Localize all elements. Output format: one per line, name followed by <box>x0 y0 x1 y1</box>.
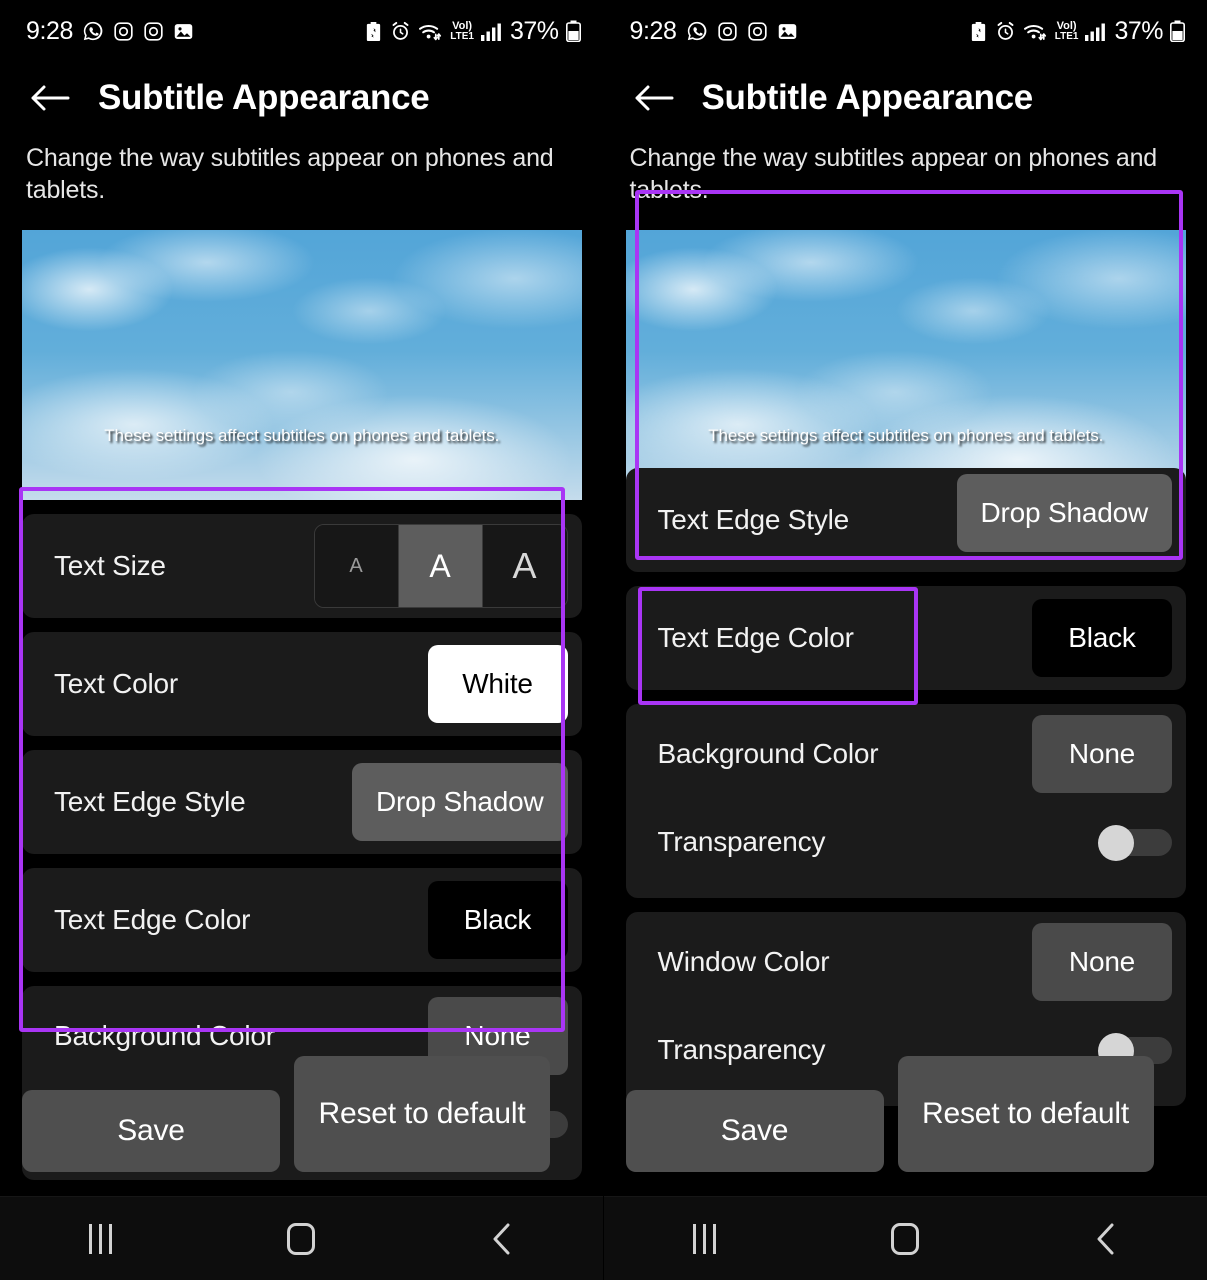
row-text-edge-color[interactable]: Text Edge Color Black <box>625 586 1186 690</box>
text-edge-style-label: Text Edge Style <box>54 786 246 817</box>
background-color-value[interactable]: None <box>1032 715 1172 793</box>
status-bar-right: Vol) LTE1 37% <box>969 17 1185 46</box>
photos-icon <box>777 21 798 42</box>
alarm-icon <box>390 21 411 42</box>
volte-top-label: Vol) <box>452 19 473 32</box>
reset-to-default-button[interactable]: Reset to default <box>294 1056 550 1172</box>
background-color-label: Background Color <box>54 1020 275 1051</box>
home-icon[interactable] <box>860 1209 950 1269</box>
volte-top-label: Vol) <box>1056 19 1077 32</box>
photos-icon <box>173 21 194 42</box>
system-nav-bar <box>0 1196 603 1280</box>
text-edge-color-value[interactable]: Black <box>1032 599 1172 677</box>
instagram-icon <box>113 21 134 42</box>
preview-caption: These settings affect subtitles on phone… <box>104 426 500 445</box>
signal-bars-icon <box>1085 22 1107 41</box>
recents-icon[interactable] <box>55 1209 145 1269</box>
text-edge-color-label: Text Edge Color <box>54 904 251 935</box>
row-text-edge-color[interactable]: Text Edge Color Black <box>22 868 582 972</box>
row-window-color[interactable]: Window Color None <box>626 912 1172 1012</box>
text-size-option-small[interactable]: A <box>314 525 399 607</box>
whatsapp-icon <box>82 20 104 42</box>
back-nav-icon[interactable] <box>457 1209 547 1269</box>
window-color-value[interactable]: None <box>1032 923 1172 1001</box>
text-size-option-medium[interactable]: A <box>398 525 483 607</box>
volte-icon: Vol) LTE1 <box>450 19 474 42</box>
text-size-segmented-control[interactable]: A A A <box>313 524 568 608</box>
page-title: Subtitle Appearance <box>701 78 1034 117</box>
status-bar-left: 9:28 <box>26 17 194 46</box>
row-text-color[interactable]: Text Color White <box>22 632 582 736</box>
save-button[interactable]: Save <box>625 1090 884 1172</box>
text-edge-color-value[interactable]: Black <box>427 881 568 959</box>
system-nav-bar <box>603 1196 1207 1280</box>
action-buttons: Save Reset to default <box>0 1056 603 1172</box>
subtitle-preview: These settings affect subtitles on phone… <box>625 230 1186 500</box>
wifi-icon <box>418 21 443 42</box>
status-bar-right: Vol) LTE1 37% <box>364 16 581 46</box>
text-edge-style-value[interactable]: Drop Shadow <box>956 474 1172 552</box>
app-header: Subtitle Appearance <box>604 62 1207 124</box>
volte-bottom-label: LTE1 <box>1054 30 1079 42</box>
status-bar-left: 9:28 <box>630 17 798 46</box>
status-bar: 9:28 Vol) LTE1 37% <box>604 0 1207 62</box>
row-text-edge-style[interactable]: Text Edge Style Drop Shadow <box>625 468 1186 572</box>
back-nav-icon[interactable] <box>1061 1209 1151 1269</box>
text-edge-color-label: Text Edge Color <box>657 622 854 653</box>
row-text-edge-style[interactable]: Text Edge Style Drop Shadow <box>22 750 582 854</box>
row-background-color[interactable]: Background Color None <box>626 704 1172 804</box>
instagram-icon <box>747 21 768 42</box>
text-edge-style-label: Text Edge Style <box>657 504 850 535</box>
row-text-size[interactable]: Text Size A A A <box>22 514 582 618</box>
back-arrow-icon[interactable] <box>28 76 72 120</box>
status-bar: 9:28 Vol) LTE1 37% <box>0 0 603 62</box>
back-arrow-icon[interactable] <box>632 76 676 120</box>
status-time: 9:28 <box>629 16 677 45</box>
text-color-label: Text Color <box>54 668 179 699</box>
preview-caption: These settings affect subtitles on phone… <box>708 426 1104 445</box>
page-description: Change the way subtitles appear on phone… <box>26 144 554 204</box>
text-size-option-large[interactable]: A <box>482 525 567 607</box>
action-buttons: Save Reset to default <box>604 1056 1207 1172</box>
battery-saver-icon <box>969 21 988 42</box>
battery-percent: 37% <box>509 16 559 45</box>
background-transparency-toggle[interactable] <box>1098 825 1172 861</box>
window-color-label: Window Color <box>657 946 830 977</box>
battery-icon <box>565 20 581 43</box>
wifi-icon <box>1023 21 1048 42</box>
page-title: Subtitle Appearance <box>98 78 430 117</box>
save-button[interactable]: Save <box>22 1090 280 1172</box>
instagram-icon <box>143 21 164 42</box>
volte-icon: Vol) LTE1 <box>1054 19 1079 42</box>
left-screen: 9:28 Vol) LTE1 37% Subtitle Appearance C… <box>0 0 603 1280</box>
signal-bars-icon <box>480 22 503 41</box>
volte-bottom-label: LTE1 <box>450 30 474 42</box>
settings-list: Text Edge Style Drop Shadow Text Edge Co… <box>604 468 1207 1106</box>
row-background-transparency[interactable]: Transparency <box>626 804 1172 880</box>
home-icon[interactable] <box>256 1209 346 1269</box>
reset-to-default-button[interactable]: Reset to default <box>897 1056 1154 1172</box>
page-description: Change the way subtitles appear on phone… <box>629 144 1158 204</box>
recents-icon[interactable] <box>659 1209 749 1269</box>
right-screen: 9:28 Vol) LTE1 37% Subtitle Appearance C… <box>603 0 1207 1280</box>
toggle-knob <box>1098 825 1134 861</box>
text-size-label: Text Size <box>54 550 166 581</box>
battery-icon <box>1170 20 1185 43</box>
subtitle-preview: These settings affect subtitles on phone… <box>22 230 582 500</box>
whatsapp-icon <box>686 20 708 42</box>
status-time: 9:28 <box>26 16 74 45</box>
battery-saver-icon <box>364 21 383 42</box>
alarm-icon <box>995 21 1016 42</box>
background-transparency-label: Transparency <box>657 826 826 857</box>
screenshot-pair: 9:28 Vol) LTE1 37% Subtitle Appearance C… <box>0 0 1207 1280</box>
background-color-label: Background Color <box>657 738 879 769</box>
app-header: Subtitle Appearance <box>0 62 603 124</box>
battery-percent: 37% <box>1114 16 1163 45</box>
group-background-color: Background Color None Transparency <box>625 704 1186 898</box>
text-color-value[interactable]: White <box>427 645 568 723</box>
instagram-icon <box>717 21 738 42</box>
text-edge-style-value[interactable]: Drop Shadow <box>352 763 568 841</box>
